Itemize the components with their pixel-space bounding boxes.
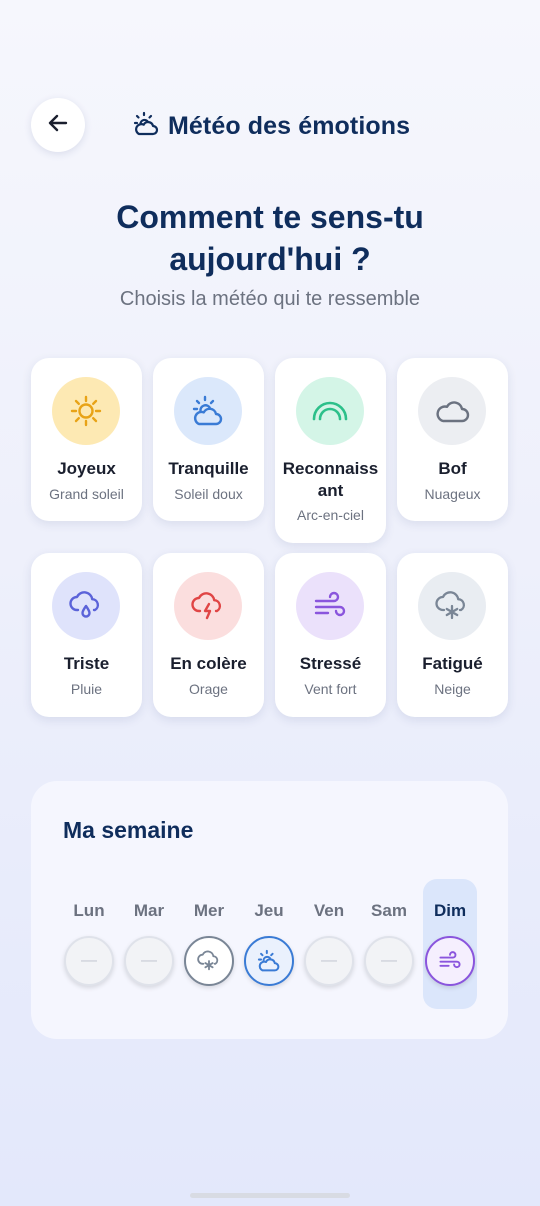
emotion-card-reconnaissant[interactable]: Reconnaiss ant Arc-en-ciel (275, 358, 386, 543)
emotion-label: Bof (438, 459, 467, 478)
emotion-card-fatigue[interactable]: Fatigué Neige (397, 553, 508, 717)
instruction-text: Choisis la météo qui te ressemble (119, 288, 421, 310)
emotion-label-line-2: ant (317, 481, 344, 500)
wind-icon (425, 936, 475, 986)
day-empty-indicator: — (364, 936, 414, 986)
day-label: Sam (371, 901, 407, 920)
week-panel: Ma semaine Lun — Mar — Mer Jeu Ven — Sam… (31, 781, 508, 1039)
day-dim[interactable]: Dim (423, 879, 477, 1009)
day-mar[interactable]: Mar — (123, 879, 175, 1009)
emotion-label-line-1: Reconnaiss (282, 459, 379, 478)
day-empty-indicator: — (64, 936, 114, 986)
page-title: Météo des émotions (168, 111, 411, 140)
week-title: Ma semaine (63, 817, 194, 843)
emotion-weather: Arc-en-ciel (297, 507, 364, 523)
day-label: Dim (433, 901, 467, 920)
sun-cloud-icon (244, 936, 294, 986)
rain-cloud-icon (52, 572, 120, 640)
emotion-weather: Orage (189, 681, 228, 697)
emotion-weather: Vent fort (304, 681, 357, 697)
emotion-card-stresse[interactable]: Stressé Vent fort (275, 553, 386, 717)
question-heading: Comment te sens-tu aujourd'hui ? (0, 196, 540, 280)
emotion-label: En colère (170, 654, 247, 673)
sun-behind-cloud-icon (132, 110, 160, 143)
rainbow-icon (296, 377, 364, 445)
day-empty-indicator: — (304, 936, 354, 986)
emotion-label: Tranquille (168, 459, 249, 478)
day-sam[interactable]: Sam — (363, 879, 415, 1009)
cloud-icon (418, 377, 486, 445)
day-label: Jeu (254, 901, 284, 920)
emotion-card-bof[interactable]: Bof Nuageux (397, 358, 508, 521)
home-indicator[interactable] (190, 1193, 350, 1198)
snow-cloud-icon (184, 936, 234, 986)
emotion-weather: Grand soleil (49, 486, 124, 502)
arrow-left-icon (46, 111, 70, 140)
question-line-1: Comment te sens-tu (116, 199, 424, 235)
emotion-card-en-colere[interactable]: En colère Orage (153, 553, 264, 717)
day-label: Mar (133, 901, 165, 920)
day-lun[interactable]: Lun — (63, 879, 115, 1009)
question-line-2: aujourd'hui ? (169, 241, 371, 277)
wind-icon (296, 572, 364, 640)
day-ven[interactable]: Ven — (303, 879, 355, 1009)
day-label: Ven (313, 901, 345, 920)
emotion-weather: Pluie (70, 681, 103, 697)
sun-cloud-icon (174, 377, 242, 445)
emotion-card-triste[interactable]: Triste Pluie (31, 553, 142, 717)
day-mer[interactable]: Mer (183, 879, 235, 1009)
app-header: Météo des émotions (0, 98, 540, 154)
sun-icon (52, 377, 120, 445)
emotion-label: Triste (63, 654, 110, 673)
snow-cloud-icon (418, 572, 486, 640)
emotion-label: Reconnaiss ant (275, 458, 386, 502)
storm-cloud-icon (174, 572, 242, 640)
emotion-weather: Nuageux (424, 486, 481, 502)
emotion-weather: Neige (434, 681, 471, 697)
emotion-label: Stressé (299, 654, 362, 673)
day-label: Lun (73, 901, 105, 920)
day-empty-indicator: — (124, 936, 174, 986)
emotion-weather: Soleil doux (174, 486, 243, 502)
emotion-label: Fatigué (422, 654, 483, 673)
emotion-card-joyeux[interactable]: Joyeux Grand soleil (31, 358, 142, 521)
back-button[interactable] (31, 98, 85, 152)
emotion-card-tranquille[interactable]: Tranquille Soleil doux (153, 358, 264, 521)
day-jeu[interactable]: Jeu (243, 879, 295, 1009)
emotion-label: Joyeux (57, 459, 116, 478)
day-label: Mer (193, 901, 225, 920)
